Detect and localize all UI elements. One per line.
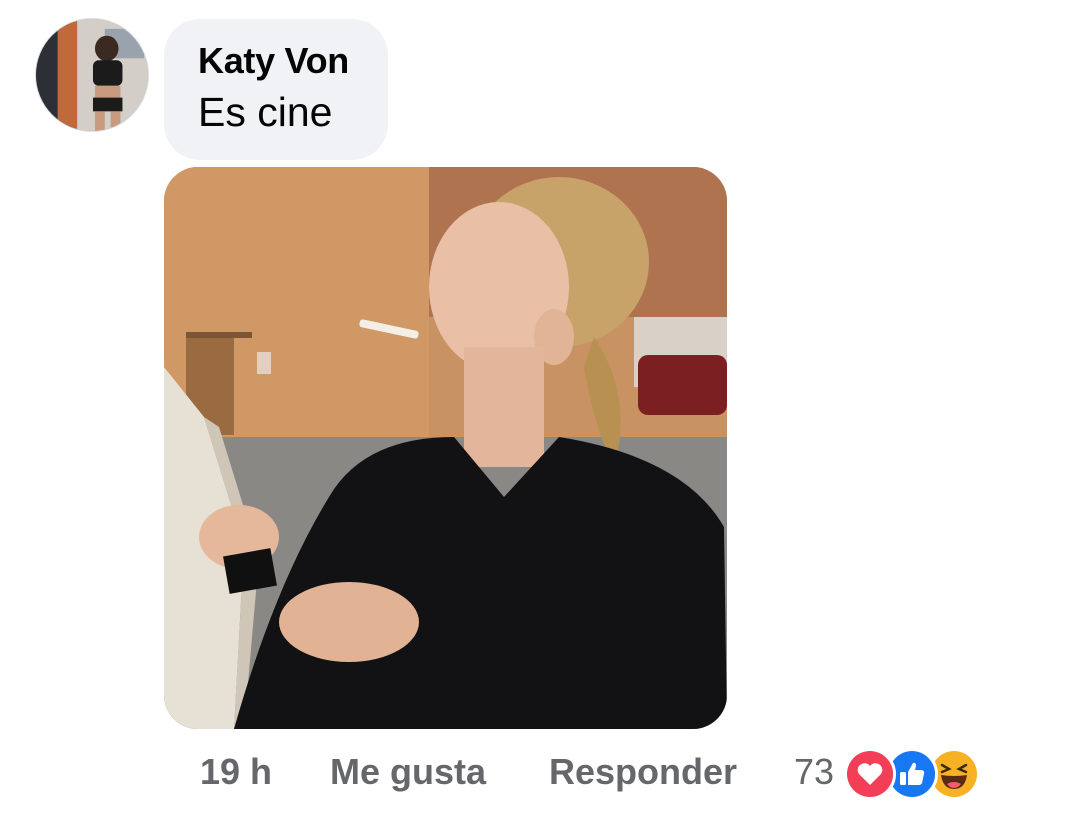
reply-button[interactable]: Responder <box>549 747 737 797</box>
comment-bubble: Katy Von Es cine <box>164 19 388 160</box>
comment-actions: 19 h Me gusta Responder 73 <box>0 747 1080 800</box>
love-icon <box>844 748 897 800</box>
reaction-summary[interactable]: 73 <box>794 747 986 800</box>
like-button[interactable]: Me gusta <box>330 747 486 797</box>
comment-author[interactable]: Katy Von <box>198 40 388 82</box>
profile-photo <box>36 19 148 131</box>
comment-photo[interactable] <box>164 167 727 729</box>
reaction-count: 73 <box>794 751 835 792</box>
comment-timestamp[interactable]: 19 h <box>200 747 272 797</box>
comment-text: Es cine <box>198 89 333 135</box>
photo-woman-smoking <box>164 167 727 729</box>
reaction-icons <box>844 748 986 800</box>
avatar[interactable] <box>35 18 149 132</box>
